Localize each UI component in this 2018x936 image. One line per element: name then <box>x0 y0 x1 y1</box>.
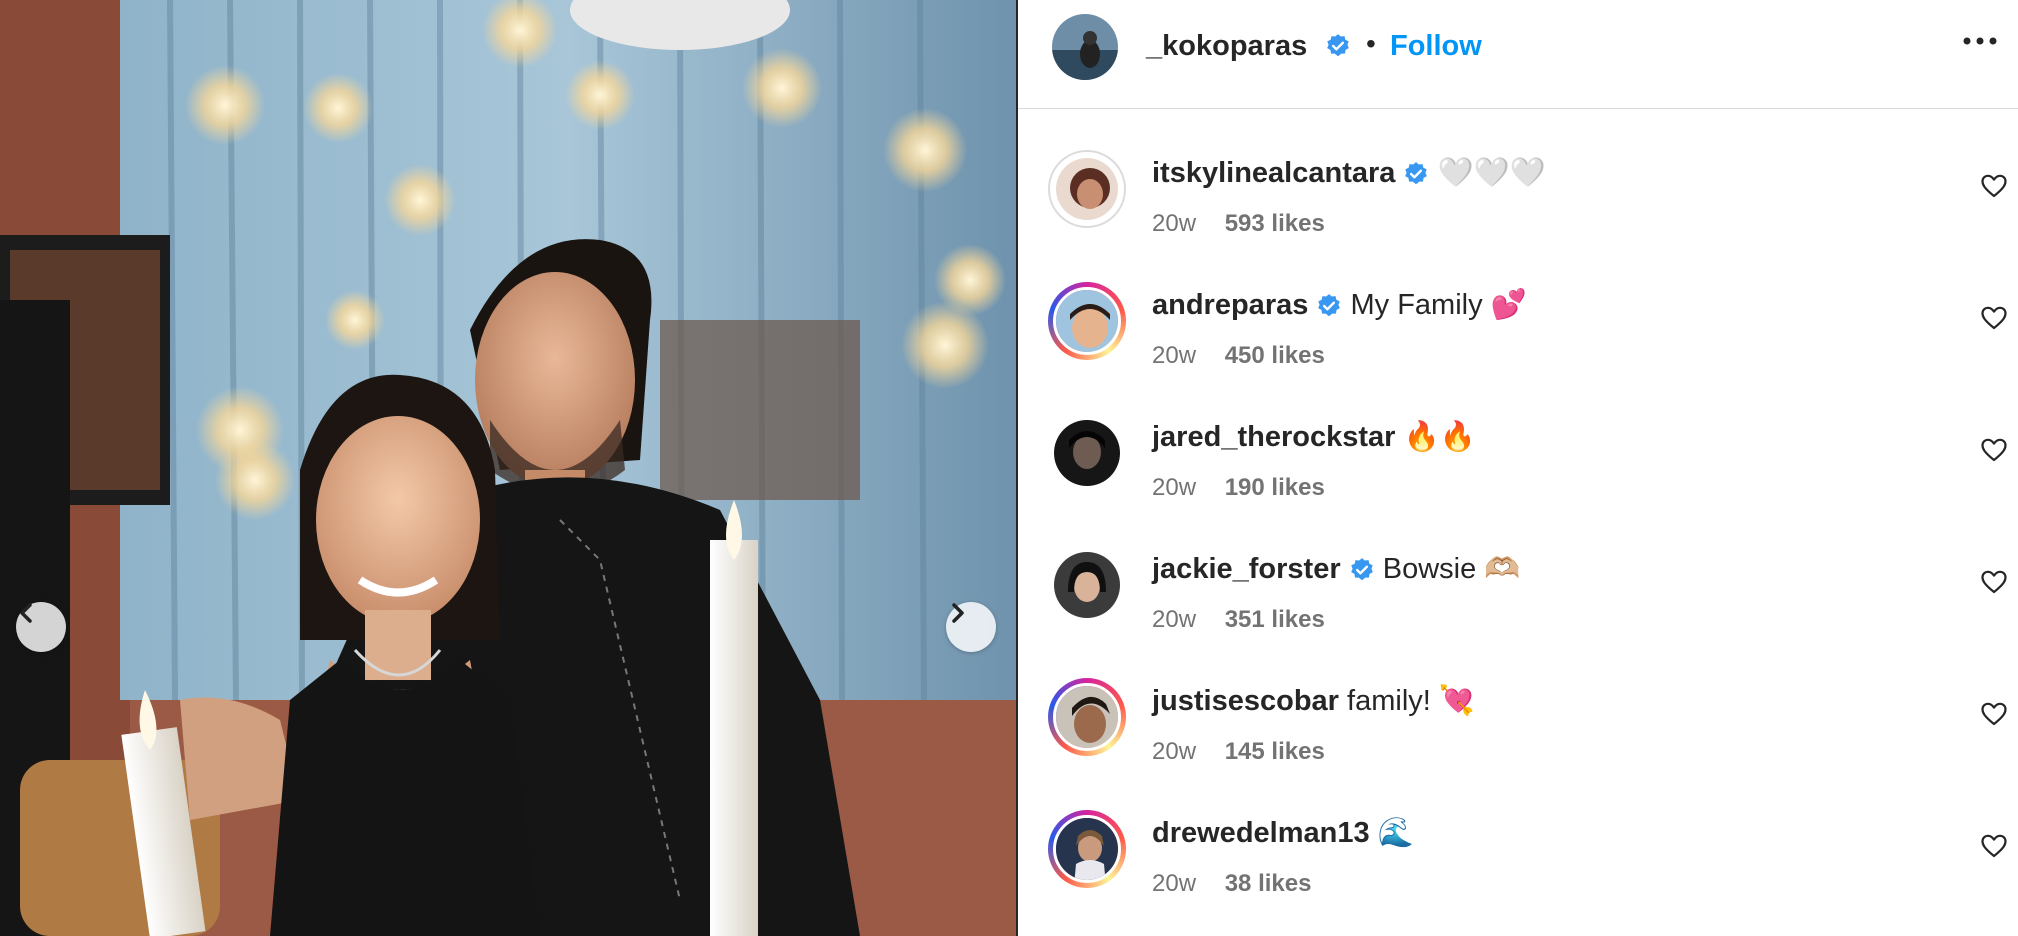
comment-meta: 20w 450 likes <box>1152 342 1325 370</box>
commenter-avatar-image <box>1056 290 1118 352</box>
author-verified-badge <box>1325 33 1351 59</box>
comment-username[interactable]: drewedelman13 <box>1152 817 1370 849</box>
commenter-avatar[interactable] <box>1048 414 1126 492</box>
comment-item: itskylinealcantara 🤍🤍🤍 20w 593 likes <box>1018 108 2018 240</box>
comment-meta: 20w 145 likes <box>1152 738 1325 766</box>
comment-text-line: andreparas My Family 💕 <box>1152 288 1527 322</box>
comment-like-count[interactable]: 593 likes <box>1225 210 1325 237</box>
comment-item: drewedelman13 🌊 20w 38 likes <box>1018 768 2018 900</box>
comment-body: family! 💘 <box>1347 685 1475 717</box>
commenter-avatar-image <box>1056 686 1118 748</box>
verified-badge-icon <box>1327 34 1349 57</box>
heart-icon <box>1981 702 2007 726</box>
verified-badge-icon <box>1318 294 1341 317</box>
previous-photo-button[interactable] <box>16 602 66 652</box>
comment-text-line: jackie_forster Bowsie 🫶🏼 <box>1152 552 1520 586</box>
like-comment-button[interactable] <box>1981 702 2007 731</box>
commenter-avatar[interactable] <box>1048 150 1126 228</box>
comment-like-count[interactable]: 190 likes <box>1225 474 1325 501</box>
comment-item: jared_therockstar 🔥🔥 20w 190 likes <box>1018 372 2018 504</box>
comment-like-count[interactable]: 38 likes <box>1225 870 1312 897</box>
comment-body: 🌊 <box>1377 817 1414 849</box>
follow-button[interactable]: Follow <box>1390 30 1482 63</box>
commenter-avatar-image <box>1054 552 1120 618</box>
comment-text-line: jared_therockstar 🔥🔥 <box>1152 420 1476 454</box>
commenter-avatar-image <box>1056 158 1118 220</box>
comment-age[interactable]: 20w <box>1152 606 1196 633</box>
comment-age[interactable]: 20w <box>1152 474 1196 501</box>
chevron-left-icon <box>20 603 32 623</box>
comment-meta: 20w 351 likes <box>1152 606 1325 634</box>
heart-icon <box>1981 570 2007 594</box>
more-options-icon <box>1963 37 1997 45</box>
like-comment-button[interactable] <box>1981 306 2007 335</box>
comment-body: My Family 💕 <box>1350 289 1527 321</box>
verified-badge-icon <box>1405 162 1428 185</box>
comment-meta: 20w 38 likes <box>1152 870 1311 898</box>
commenter-avatar[interactable] <box>1048 282 1126 360</box>
comment-username[interactable]: justisescobar <box>1152 685 1339 717</box>
comment-username[interactable]: jared_therockstar <box>1152 421 1395 453</box>
like-comment-button[interactable] <box>1981 570 2007 599</box>
comment-age[interactable]: 20w <box>1152 210 1196 237</box>
author-avatar[interactable] <box>1052 14 1118 80</box>
heart-icon <box>1981 174 2007 198</box>
next-photo-button[interactable] <box>946 602 996 652</box>
comment-text-line: justisescobar family! 💘 <box>1152 684 1475 718</box>
commenter-avatar[interactable] <box>1048 546 1126 624</box>
comment-body: 🤍🤍🤍 <box>1437 157 1546 189</box>
comment-like-count[interactable]: 450 likes <box>1225 342 1325 369</box>
commenter-avatar[interactable] <box>1048 678 1126 756</box>
comment-body: 🔥🔥 <box>1403 421 1476 453</box>
comment-meta: 20w 190 likes <box>1152 474 1325 502</box>
photo-illustration <box>0 0 1016 936</box>
comment-username[interactable]: jackie_forster <box>1152 553 1341 585</box>
comment-like-count[interactable]: 351 likes <box>1225 606 1325 633</box>
comment-username[interactable]: andreparas <box>1152 289 1308 321</box>
comment-like-count[interactable]: 145 likes <box>1225 738 1325 765</box>
comment-text-line: drewedelman13 🌊 <box>1152 816 1414 850</box>
header-separator: • <box>1366 28 1376 59</box>
comments-panel: _kokoparas • Follow itskylinealcantara 🤍… <box>1018 0 2018 936</box>
comment-meta: 20w 593 likes <box>1152 210 1325 238</box>
commenter-avatar[interactable] <box>1048 810 1126 888</box>
like-comment-button[interactable] <box>1981 438 2007 467</box>
comment-username[interactable]: itskylinealcantara <box>1152 157 1395 189</box>
author-avatar-image <box>1052 14 1118 80</box>
comment-age[interactable]: 20w <box>1152 342 1196 369</box>
comment-list: itskylinealcantara 🤍🤍🤍 20w 593 likes and… <box>1018 108 2018 900</box>
commenter-avatar-image <box>1056 818 1118 880</box>
like-comment-button[interactable] <box>1981 834 2007 863</box>
commenter-avatar-image <box>1054 420 1120 486</box>
more-options-button[interactable] <box>1962 34 1998 52</box>
comment-item: andreparas My Family 💕 20w 450 likes <box>1018 240 2018 372</box>
verified-badge-icon <box>1350 558 1373 581</box>
heart-icon <box>1981 306 2007 330</box>
comment-text-line: itskylinealcantara 🤍🤍🤍 <box>1152 156 1546 190</box>
comment-body: Bowsie 🫶🏼 <box>1382 553 1521 585</box>
post-photo <box>0 0 1016 936</box>
like-comment-button[interactable] <box>1981 174 2007 203</box>
heart-icon <box>1981 834 2007 858</box>
chevron-right-icon <box>952 603 964 623</box>
author-username[interactable]: _kokoparas <box>1146 30 1307 63</box>
comment-age[interactable]: 20w <box>1152 738 1196 765</box>
comment-age[interactable]: 20w <box>1152 870 1196 897</box>
heart-icon <box>1981 438 2007 462</box>
instagram-post: _kokoparas • Follow itskylinealcantara 🤍… <box>0 0 2018 936</box>
comment-item: justisescobar family! 💘 20w 145 likes <box>1018 636 2018 768</box>
comment-item: jackie_forster Bowsie 🫶🏼 20w 351 likes <box>1018 504 2018 636</box>
post-header: _kokoparas • Follow <box>1018 0 2018 109</box>
